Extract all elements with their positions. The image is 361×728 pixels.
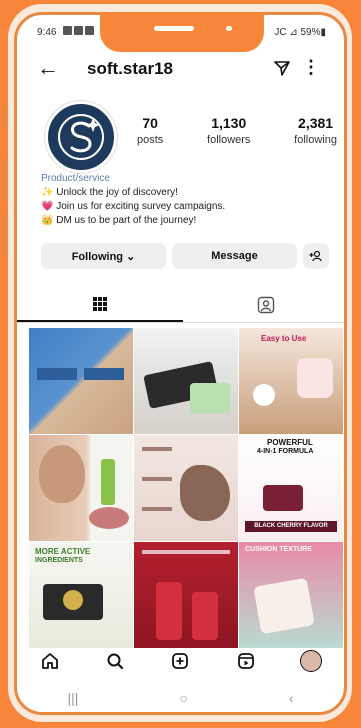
product-shape (192, 592, 218, 640)
grid-icon (93, 297, 107, 311)
post-thumbnail[interactable]: MORE ACTIVE INGREDIENTS (29, 542, 133, 648)
tagged-user-icon (257, 296, 275, 314)
profile-avatar-icon[interactable] (299, 649, 323, 673)
side-button (2, 105, 6, 129)
phone-notch (100, 12, 264, 52)
post-thumbnail[interactable] (29, 328, 133, 434)
product-shape (253, 384, 275, 406)
more-options-icon[interactable]: ⋮ (302, 57, 320, 78)
product-shape (156, 582, 182, 640)
logo-icon (58, 114, 104, 160)
post-thumbnail[interactable]: POWERFUL 4-IN-1 FORMULA BLACK CHERRY FLA… (239, 435, 343, 541)
home-icon[interactable] (38, 649, 62, 673)
username: soft.star18 (87, 59, 173, 78)
stat-value: 1,130 (211, 115, 247, 131)
stat-label: following (294, 134, 337, 146)
home-circle-icon[interactable]: ○ (179, 690, 187, 706)
camera-icon (226, 26, 232, 31)
phone-screen: 9:46 JC ⊿ 59%▮ ← soft.star18 ⋮ 70 posts … (14, 12, 347, 715)
text-strip (142, 550, 230, 554)
post-caption: MORE ACTIVE (35, 547, 91, 556)
following-button[interactable]: Following ⌄ (41, 243, 166, 269)
post-thumbnail[interactable] (29, 435, 133, 541)
stat-label: followers (207, 134, 251, 146)
search-icon[interactable] (103, 649, 127, 673)
post-thumbnail[interactable] (134, 328, 238, 434)
bio-category[interactable]: Product/service (41, 172, 225, 186)
post-caption: BLACK CHERRY FLAVOR (245, 521, 337, 532)
message-button[interactable]: Message (172, 243, 297, 269)
stat-posts[interactable]: 70 posts (137, 115, 163, 146)
product-shape (101, 459, 115, 505)
back-chevron-icon[interactable]: ‹ (289, 690, 294, 706)
post-caption: 4-IN-1 FORMULA (257, 448, 314, 455)
create-post-icon[interactable] (168, 649, 192, 673)
tab-grid[interactable] (17, 296, 183, 322)
recent-apps-icon[interactable]: ||| (67, 690, 78, 706)
post-caption: INGREDIENTS (35, 557, 83, 564)
profile-actions: Following ⌄ Message (41, 243, 329, 269)
stat-label: posts (137, 134, 164, 146)
stat-value: 2,381 (298, 115, 334, 131)
product-shape (63, 590, 83, 610)
send-icon[interactable] (274, 60, 290, 81)
tab-tagged[interactable] (183, 296, 344, 322)
product-shape (89, 507, 129, 529)
posts-grid: Easy to Use POWERFUL 4-IN-1 FORMULA BLAC… (29, 328, 343, 648)
post-caption: Easy to Use (261, 334, 307, 343)
status-right: JC ⊿ 59%▮ (274, 27, 326, 38)
product-shape (263, 485, 303, 511)
text-strip (142, 447, 172, 451)
side-button (2, 213, 6, 255)
portrait-shape (39, 445, 85, 503)
text-strip (142, 507, 172, 511)
bio-line: 👑 DM us to be part of the journey! (41, 215, 197, 226)
back-arrow-icon[interactable]: ← (37, 57, 59, 79)
bio-line: 💗 Join us for exciting survey campaigns. (41, 201, 226, 212)
post-caption: CUSHION TEXTURE (245, 546, 312, 553)
product-shape (190, 383, 230, 413)
bio-line: ✨ Unlock the joy of discovery! (41, 187, 178, 198)
text-strip (37, 368, 77, 380)
bio: Product/service ✨ Unlock the joy of disc… (41, 172, 225, 228)
post-caption: POWERFUL (267, 438, 313, 447)
stat-value: 70 (142, 115, 158, 131)
reels-icon[interactable] (234, 649, 258, 673)
text-strip (84, 368, 124, 380)
speaker-icon (154, 26, 194, 31)
status-time: 9:46 (37, 27, 57, 38)
profile-tabs (17, 292, 344, 323)
add-user-icon (309, 250, 322, 262)
text-strip (142, 477, 172, 481)
side-button (2, 158, 6, 200)
post-thumbnail[interactable] (134, 435, 238, 541)
avatar[interactable] (45, 101, 117, 173)
profile-stats: 70 posts 1,130 followers 2,381 following (137, 115, 337, 146)
profile-header: ← soft.star18 ⋮ (17, 55, 344, 85)
post-thumbnail[interactable]: Easy to Use (239, 328, 343, 434)
stat-following[interactable]: 2,381 following (294, 115, 337, 146)
product-shape (297, 358, 333, 398)
system-nav-bar: ||| ○ ‹ (17, 685, 344, 711)
notification-icons (63, 26, 94, 35)
product-shape (253, 577, 315, 635)
add-user-button[interactable] (303, 243, 329, 269)
post-thumbnail[interactable]: CUSHION TEXTURE (239, 542, 343, 648)
product-shape (180, 465, 230, 521)
post-thumbnail[interactable] (134, 542, 238, 648)
bottom-nav (17, 643, 344, 679)
stat-followers[interactable]: 1,130 followers (207, 115, 250, 146)
